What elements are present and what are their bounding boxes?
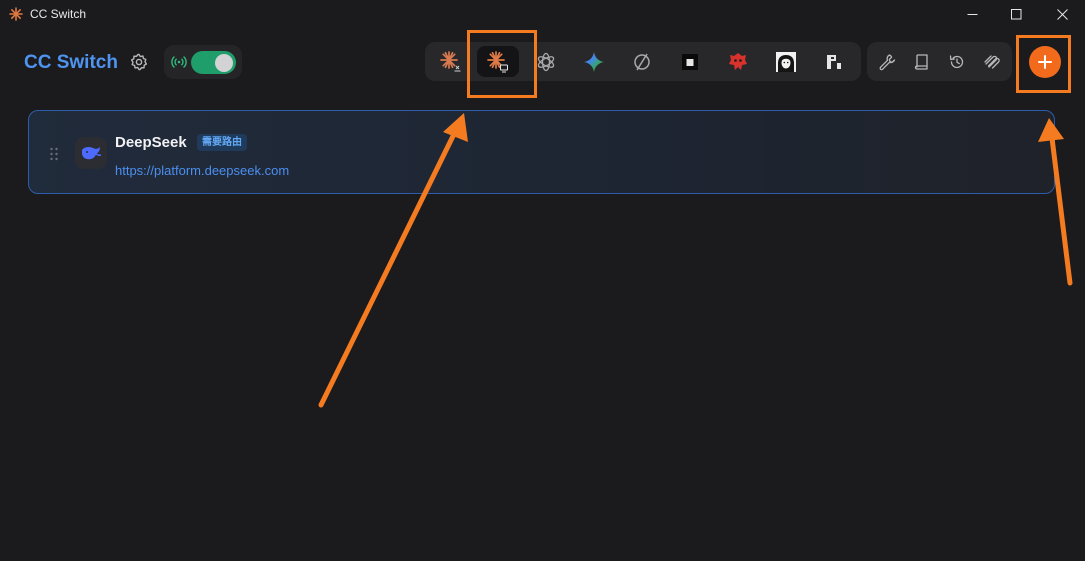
opencode-icon [634, 53, 650, 70]
tools-button[interactable] [870, 46, 904, 77]
provider-card[interactable]: DeepSeek 需要路由 https://platform.deepseek.… [28, 110, 1055, 194]
maximize-icon [1010, 8, 1021, 19]
docs-button[interactable] [905, 46, 939, 77]
app-tab-pixel[interactable] [813, 46, 855, 77]
maximize-button[interactable] [993, 0, 1039, 28]
tools-bar [867, 42, 1012, 81]
claude-spark-icon [440, 50, 461, 71]
proxy-control [164, 45, 242, 79]
portrait-icon [776, 51, 796, 72]
usage-button[interactable] [975, 46, 1009, 77]
pixel-logo-icon [827, 54, 841, 69]
gear-icon [130, 53, 148, 71]
annotation-highlight-app-tab [467, 30, 537, 98]
minimize-button[interactable] [949, 0, 995, 28]
close-button[interactable] [1039, 0, 1085, 28]
app-tab-red-mascot[interactable] [717, 46, 759, 77]
provider-logo [75, 137, 107, 169]
deepseek-whale-icon [82, 146, 102, 160]
close-icon [1056, 8, 1068, 20]
broadcast-icon [171, 56, 187, 68]
settings-button[interactable] [129, 52, 149, 72]
title-bar: CC Switch [0, 0, 1085, 28]
square-icon [682, 53, 698, 70]
app-window: CC Switch CC Switch DeepSeek 需要路由 https:… [0, 0, 1085, 561]
app-tab-claude[interactable] [430, 46, 472, 77]
provider-name: DeepSeek [115, 134, 187, 151]
red-mascot-icon [729, 52, 747, 70]
gemini-sparkle-icon [584, 51, 604, 72]
minimize-icon [967, 13, 977, 15]
app-tab-portrait[interactable] [765, 46, 807, 77]
app-tab-opencode[interactable] [621, 46, 663, 77]
provider-url-link[interactable]: https://platform.deepseek.com [115, 163, 289, 178]
app-logo-icon [9, 7, 23, 21]
proxy-toggle[interactable] [191, 51, 236, 74]
drag-handle-icon[interactable] [49, 147, 59, 161]
toggle-knob [215, 53, 233, 72]
book-icon [914, 53, 928, 70]
history-icon [949, 54, 964, 68]
window-title: CC Switch [30, 7, 87, 21]
app-title: CC Switch [24, 52, 118, 73]
openai-icon [537, 52, 555, 71]
history-button[interactable] [940, 46, 974, 77]
app-tab-gemini[interactable] [573, 46, 615, 77]
app-tab-square[interactable] [669, 46, 711, 77]
routing-badge: 需要路由 [197, 134, 247, 151]
pipes-icon [984, 54, 1000, 69]
annotation-highlight-add-button [1016, 35, 1071, 93]
wrench-icon [879, 53, 896, 70]
annotation-arrows [318, 113, 1073, 408]
